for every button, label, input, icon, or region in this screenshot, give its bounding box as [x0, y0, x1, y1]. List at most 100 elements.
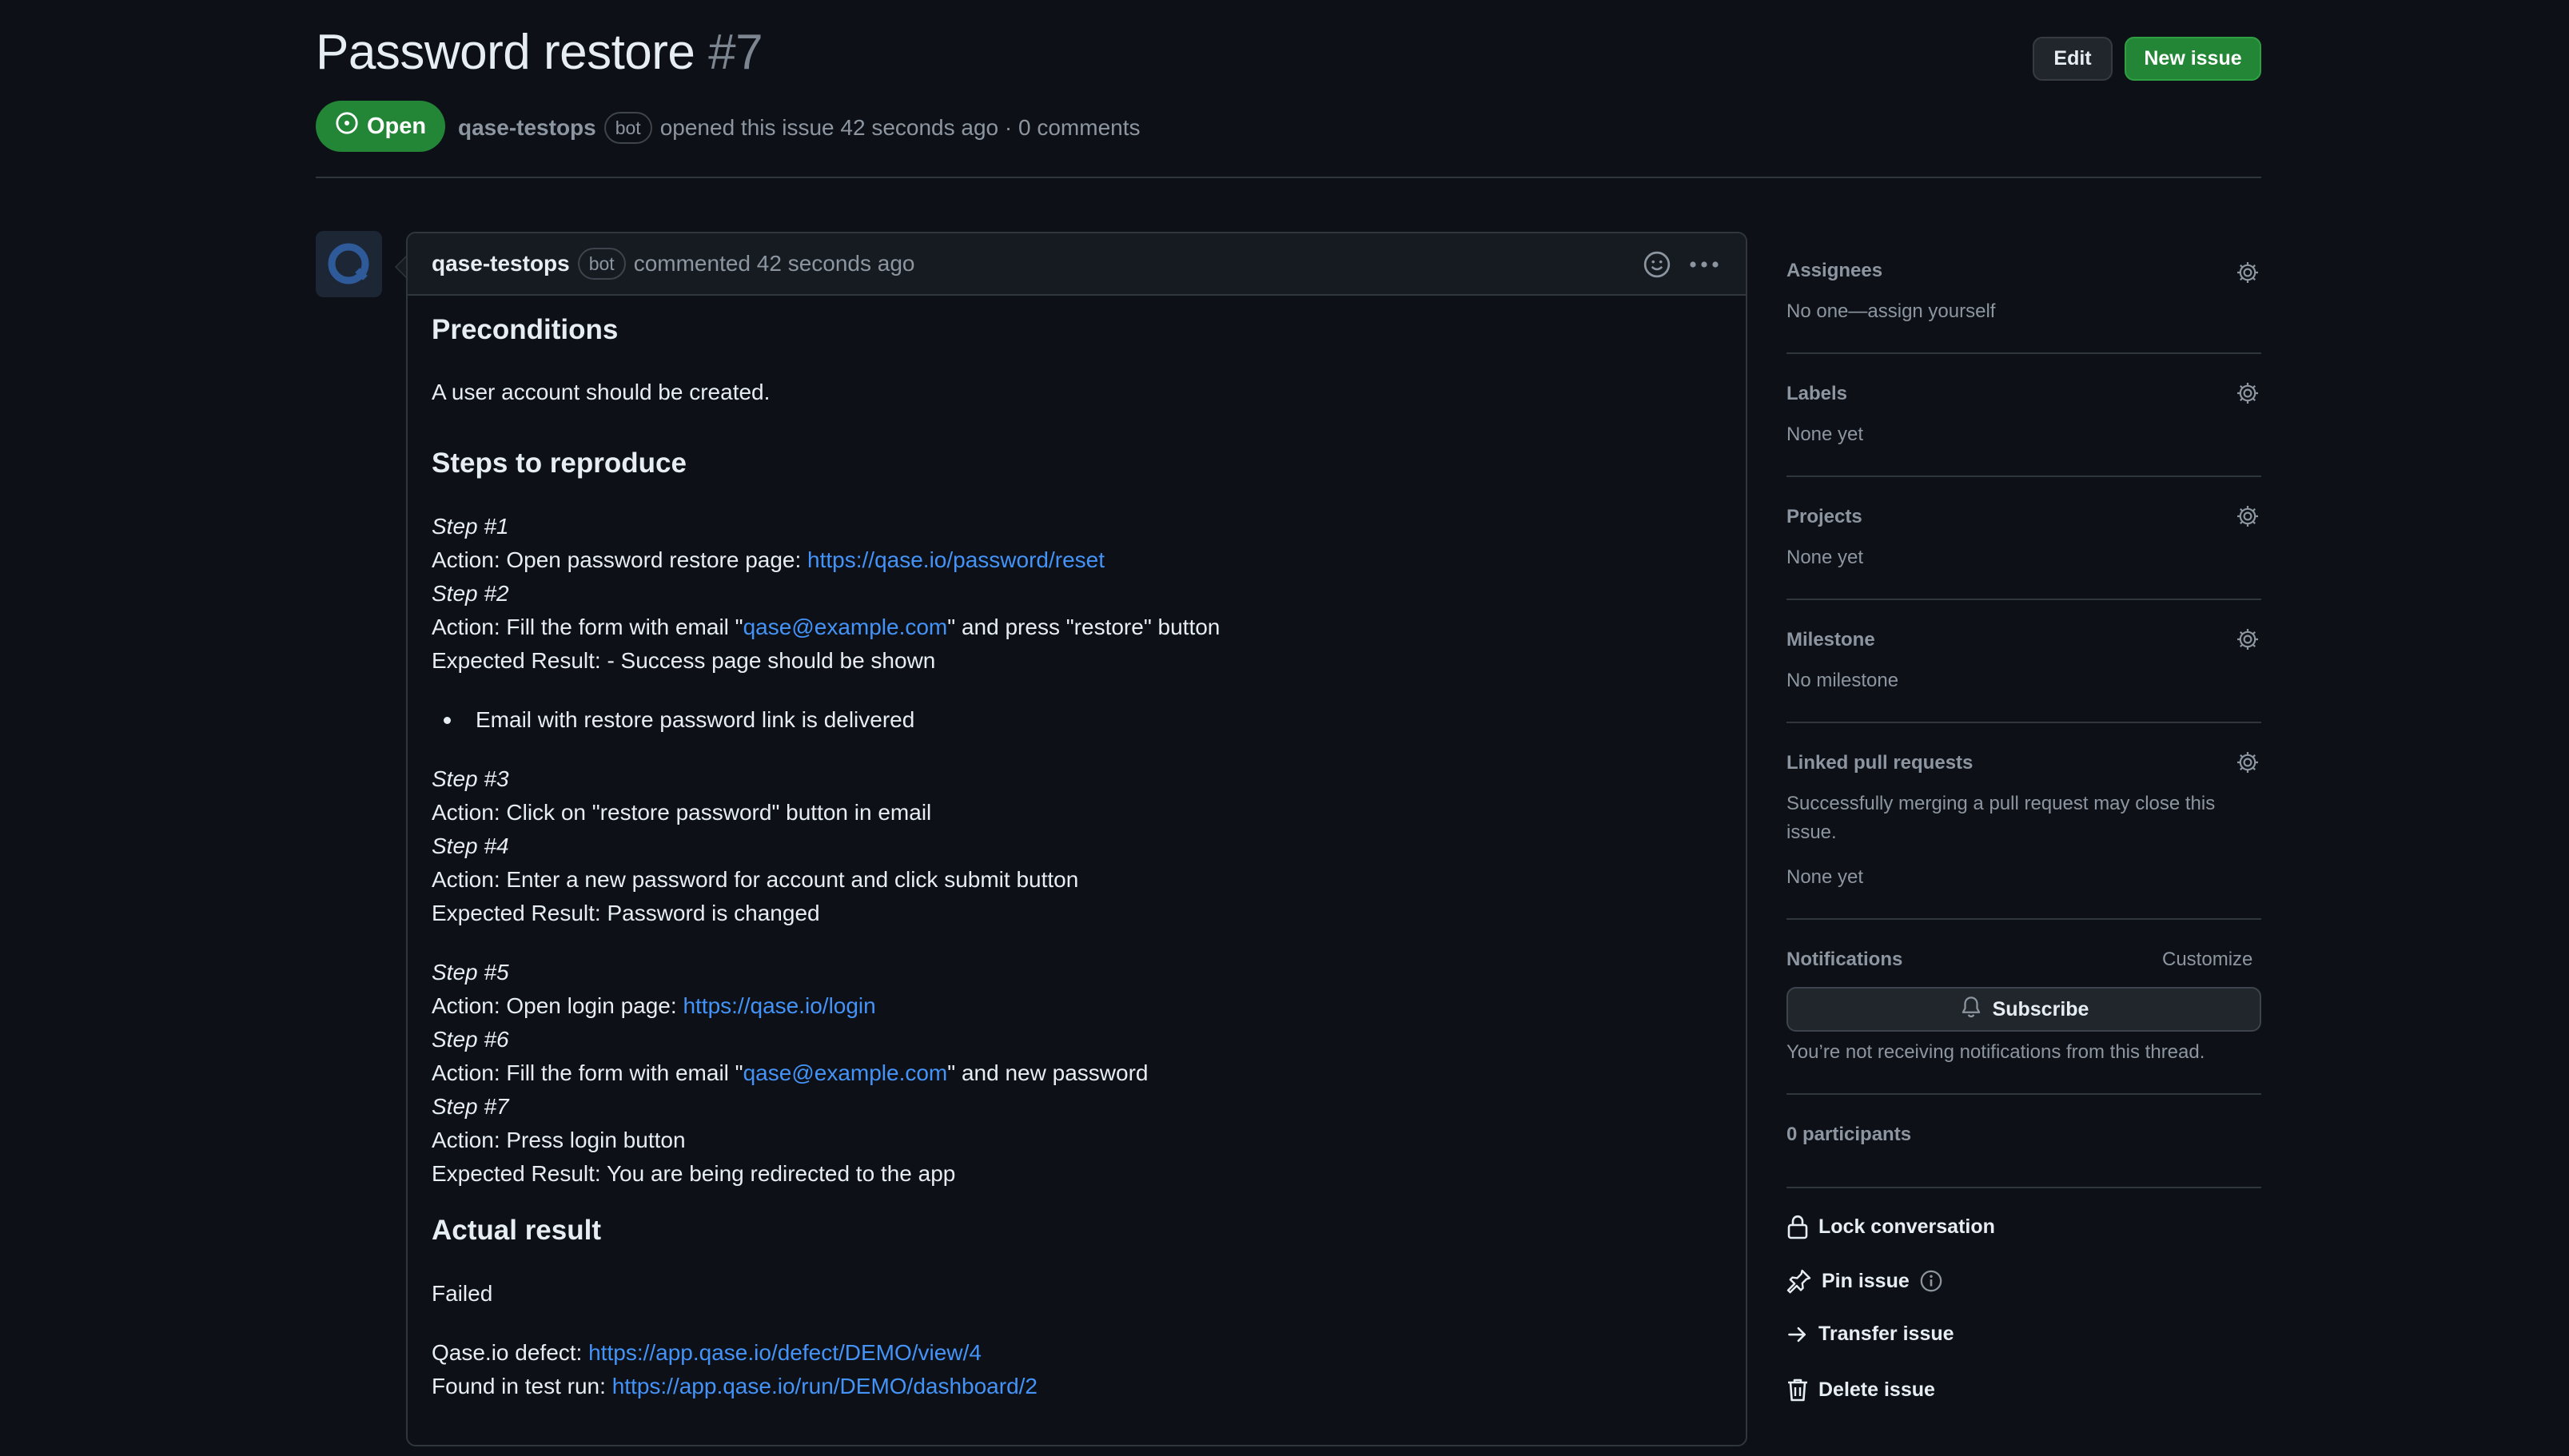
edit-button[interactable]: Edit — [2033, 37, 2113, 81]
sidebar-divider — [1786, 722, 2261, 723]
preconditions-heading: Preconditions — [432, 314, 619, 345]
subscribe-label: Subscribe — [1992, 997, 2089, 1020]
step-title: Step #6 — [432, 1027, 509, 1052]
pin-issue-button[interactable]: Pin issue — [1786, 1268, 1943, 1294]
participants-title: 0 participants — [1786, 1124, 1912, 1145]
step-action: Action: Open login page: https://qase.io… — [432, 993, 876, 1018]
assignees-value[interactable]: No one—assign yourself — [1786, 300, 1995, 323]
gear-icon[interactable] — [2235, 627, 2260, 652]
linked-prs-description: Successfully merging a pull request may … — [1786, 793, 2216, 814]
step-title: Step #1 — [432, 514, 509, 539]
status-badge: Open — [316, 101, 445, 152]
labels-title[interactable]: Labels — [1786, 383, 1847, 405]
gear-icon[interactable] — [2235, 260, 2260, 285]
comment-time[interactable]: commented 42 seconds ago — [634, 251, 915, 276]
step-action: Action: Click on "restore password" butt… — [432, 800, 932, 825]
notifications-note: You’re not receiving notifications from … — [1786, 1041, 2205, 1063]
defect-line: Qase.io defect: https://app.qase.io/defe… — [432, 1340, 982, 1365]
comment-author-link[interactable]: qase-testops — [432, 251, 570, 276]
gear-icon[interactable] — [2235, 503, 2260, 529]
actual-result-heading: Actual result — [432, 1215, 601, 1246]
transfer-issue-button[interactable]: Transfer issue — [1786, 1323, 1954, 1346]
gear-icon[interactable] — [2235, 750, 2260, 775]
issue-opened-text: opened this issue 42 seconds ago · 0 com… — [659, 115, 1141, 140]
status-label: Open — [366, 113, 427, 139]
comment-header: qase-testops bot commented 42 seconds ag… — [408, 233, 1746, 296]
lock-conversation-label: Lock conversation — [1818, 1215, 1995, 1238]
step-action: Action: Press login button — [432, 1128, 686, 1152]
email-link[interactable]: qase@example.com — [743, 1060, 948, 1085]
issue-number: #7 — [708, 25, 763, 80]
lock-icon — [1786, 1214, 1809, 1239]
delete-issue-label: Delete issue — [1818, 1378, 1935, 1401]
linked-prs-description-cont: issue. — [1786, 821, 1837, 843]
linked-prs-value: None yet — [1786, 866, 1864, 888]
issue-meta: qase-testops bot opened this issue 42 se… — [458, 112, 1141, 144]
login-link[interactable]: https://qase.io/login — [683, 993, 875, 1018]
bell-icon — [1959, 995, 1983, 1024]
step-action: Action: Open password restore page: http… — [432, 547, 1105, 572]
issue-page: Password restore #7 Edit New issue Open … — [0, 0, 2569, 1456]
comment-meta: qase-testops bot commented 42 seconds ag… — [432, 248, 914, 280]
email-link[interactable]: qase@example.com — [743, 615, 948, 639]
step-expected: Expected Result: You are being redirecte… — [432, 1161, 956, 1186]
steps-heading: Steps to reproduce — [432, 448, 687, 479]
milestone-value: No milestone — [1786, 670, 1899, 691]
step-title: Step #4 — [432, 833, 509, 858]
step-action: Action: Fill the form with email "qase@e… — [432, 615, 1221, 639]
pin-issue-label: Pin issue — [1822, 1269, 1910, 1292]
password-reset-link[interactable]: https://qase.io/password/reset — [807, 547, 1105, 572]
subscribe-button[interactable]: Subscribe — [1786, 987, 2261, 1032]
sidebar-divider — [1786, 599, 2261, 600]
comment-caret-inner — [396, 257, 406, 276]
sidebar-divider — [1786, 918, 2261, 920]
test-run-link[interactable]: https://app.qase.io/run/DEMO/dashboard/2 — [612, 1374, 1038, 1398]
issue-author-link[interactable]: qase-testops — [458, 115, 596, 141]
step-title: Step #7 — [432, 1094, 509, 1119]
arrow-right-icon — [1786, 1323, 1809, 1346]
step-title: Step #2 — [432, 581, 509, 606]
issue-open-icon — [335, 111, 359, 141]
linked-prs-title[interactable]: Linked pull requests — [1786, 752, 1973, 774]
step-action: Action: Enter a new password for account… — [432, 867, 1079, 892]
step-action: Action: Fill the form with email "qase@e… — [432, 1060, 1149, 1085]
milestone-title[interactable]: Milestone — [1786, 629, 1875, 651]
kebab-horizontal-icon[interactable] — [1687, 250, 1722, 279]
sidebar-divider — [1786, 1093, 2261, 1095]
lock-conversation-button[interactable]: Lock conversation — [1786, 1214, 1995, 1239]
issue-title: Password restore — [316, 25, 695, 80]
assignees-title[interactable]: Assignees — [1786, 260, 1882, 282]
customize-link[interactable]: Customize — [2162, 949, 2252, 971]
smiley-icon[interactable] — [1643, 250, 1671, 279]
preconditions-text: A user account should be created. — [432, 380, 771, 404]
comment-box: qase-testops bot commented 42 seconds ag… — [396, 232, 1747, 1446]
actual-result-text: Failed — [432, 1281, 493, 1306]
sidebar-divider — [1786, 475, 2261, 477]
defect-link[interactable]: https://app.qase.io/defect/DEMO/view/4 — [588, 1340, 982, 1365]
header-divider — [316, 177, 2261, 178]
page-title: Password restore #7 — [316, 24, 763, 81]
labels-value: None yet — [1786, 424, 1864, 445]
step-title: Step #5 — [432, 960, 509, 985]
step-expected: Expected Result: - Success page should b… — [432, 648, 936, 673]
pin-icon — [1786, 1268, 1812, 1294]
avatar[interactable] — [316, 231, 382, 297]
projects-value: None yet — [1786, 547, 1864, 568]
bot-badge: bot — [577, 248, 626, 280]
gear-icon[interactable] — [2235, 380, 2260, 406]
delete-issue-button[interactable]: Delete issue — [1786, 1377, 1935, 1402]
list-item: Email with restore password link is deli… — [476, 707, 915, 732]
projects-title[interactable]: Projects — [1786, 506, 1862, 528]
test-run-line: Found in test run: https://app.qase.io/r… — [432, 1374, 1038, 1398]
notifications-title: Notifications — [1786, 949, 1903, 970]
step-title: Step #3 — [432, 766, 509, 791]
bot-badge: bot — [603, 112, 652, 144]
sidebar-divider — [1786, 1187, 2261, 1188]
trash-icon — [1786, 1377, 1809, 1402]
step-expected: Expected Result: Password is changed — [432, 901, 820, 925]
bullet-marker — [444, 717, 451, 724]
sidebar-divider — [1786, 352, 2261, 354]
new-issue-button[interactable]: New issue — [2125, 37, 2261, 81]
transfer-issue-label: Transfer issue — [1818, 1323, 1954, 1345]
info-icon[interactable] — [1919, 1269, 1943, 1293]
